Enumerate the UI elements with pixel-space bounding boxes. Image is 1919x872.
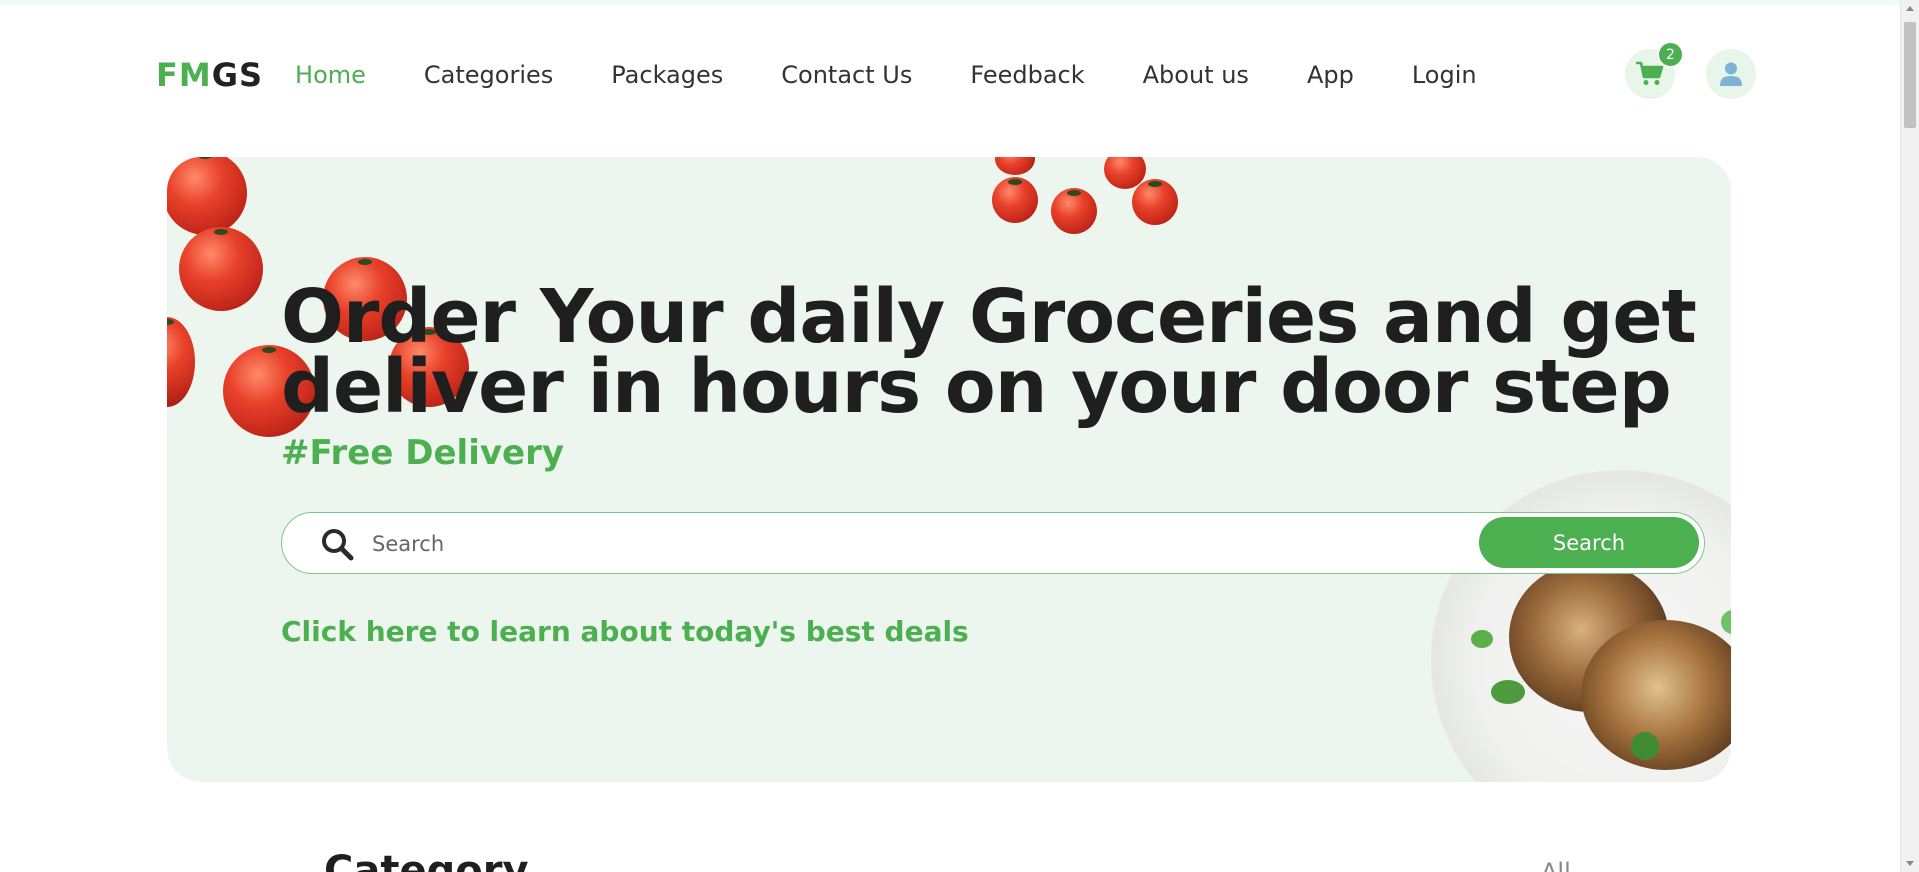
cart-icon	[1636, 61, 1664, 85]
nav-packages[interactable]: Packages	[611, 61, 723, 89]
logo[interactable]: FMGS	[156, 56, 263, 94]
logo-fm: FM	[156, 56, 212, 94]
user-profile-button[interactable]	[1706, 49, 1756, 99]
logo-gs: GS	[211, 56, 264, 94]
user-icon	[1720, 62, 1742, 86]
category-all-link[interactable]: All	[1541, 858, 1571, 872]
scroll-up-arrow-icon[interactable]	[1906, 6, 1914, 11]
nav-feedback[interactable]: Feedback	[970, 61, 1084, 89]
search-bar: Search	[281, 512, 1705, 574]
nav-app[interactable]: App	[1307, 61, 1354, 89]
category-section-title: Category	[324, 848, 529, 872]
search-input[interactable]	[372, 525, 1372, 563]
scrollbar-thumb[interactable]	[1904, 22, 1916, 128]
hero-banner: Order Your daily Groceries and get deliv…	[167, 157, 1731, 782]
nav-home[interactable]: Home	[295, 61, 366, 89]
scroll-down-arrow-icon[interactable]	[1906, 861, 1914, 866]
nav-about-us[interactable]: About us	[1143, 61, 1249, 89]
nav-contact-us[interactable]: Contact Us	[781, 61, 912, 89]
nav-categories[interactable]: Categories	[424, 61, 553, 89]
main-nav: FMGS Home Categories Packages Contact Us…	[156, 40, 1507, 110]
free-delivery-tagline: #Free Delivery	[281, 433, 565, 473]
search-icon	[322, 529, 354, 561]
search-button[interactable]: Search	[1479, 517, 1699, 568]
page-scrollbar[interactable]	[1900, 0, 1919, 872]
hero-headline: Order Your daily Groceries and get deliv…	[281, 274, 1697, 430]
nav-login[interactable]: Login	[1412, 61, 1477, 89]
top-strip	[0, 0, 1900, 5]
cart-count-badge: 2	[1657, 41, 1684, 68]
best-deals-link[interactable]: Click here to learn about today's best d…	[281, 615, 969, 648]
